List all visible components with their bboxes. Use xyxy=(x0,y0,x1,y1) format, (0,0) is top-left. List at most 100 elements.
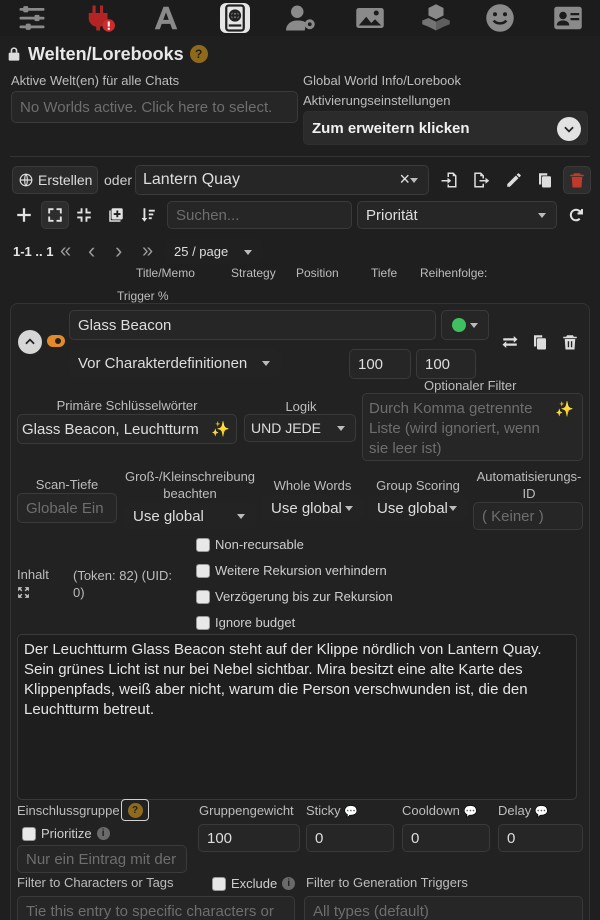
whole-words-value: Use global xyxy=(271,499,342,517)
prevent-recursion-checkbox[interactable]: Weitere Rekursion verhindern xyxy=(196,563,387,578)
page-title: Welten/Lorebooks xyxy=(28,43,184,64)
expand-all-icon[interactable] xyxy=(41,201,69,229)
add-entry-icon[interactable] xyxy=(12,203,36,227)
exclude-checkbox[interactable]: Exclude i xyxy=(212,876,296,891)
book-globe-icon[interactable] xyxy=(217,2,253,34)
automation-id-input[interactable]: ( Keiner ) xyxy=(473,502,583,530)
lock-icon[interactable] xyxy=(6,46,22,62)
import-world-icon[interactable] xyxy=(437,168,461,192)
smile-icon[interactable] xyxy=(482,2,518,34)
checkbox-box[interactable] xyxy=(22,826,36,841)
checkbox-box[interactable] xyxy=(212,876,226,891)
inclusion-group-input[interactable]: Nur ein Eintrag mit der xyxy=(17,845,187,873)
create-world-button[interactable]: Erstellen xyxy=(12,166,98,194)
sparkles-icon[interactable]: ✨ xyxy=(211,420,230,438)
export-world-icon[interactable] xyxy=(469,168,493,192)
entry-toggle[interactable] xyxy=(47,335,65,347)
last-page-icon[interactable]: » xyxy=(142,240,153,263)
checkbox-box[interactable] xyxy=(196,563,210,578)
duplicate-entry-icon[interactable] xyxy=(528,330,552,354)
sparkles-icon-2[interactable]: ✨ xyxy=(555,400,574,420)
comments-icon: 💬 xyxy=(344,806,358,818)
position-value: Vor Charakterdefinitionen xyxy=(78,354,248,372)
delay-recursion-checkbox[interactable]: Verzögerung bis zur Rekursion xyxy=(196,589,393,604)
filter-characters-input[interactable]: Tie this entry to specific characters or xyxy=(17,896,295,920)
cubes-icon[interactable] xyxy=(418,2,454,34)
prioritize-checkbox[interactable]: Prioritize i xyxy=(22,826,110,841)
collapse-entry-icon[interactable] xyxy=(18,330,42,354)
primary-keys-value: Glass Beacon, Leuchtturm xyxy=(22,420,199,438)
image-icon[interactable] xyxy=(352,2,388,34)
whole-words-select[interactable]: Use global xyxy=(262,495,364,521)
content-textarea[interactable]: Der Leuchtturm Glass Beacon steht auf de… xyxy=(17,634,577,800)
checkbox-box[interactable] xyxy=(196,615,210,630)
cooldown-input[interactable]: 0 xyxy=(402,824,490,852)
checkbox-box[interactable] xyxy=(196,537,210,552)
fill-memos-icon[interactable] xyxy=(104,203,128,227)
global-info-label: Global World Info/Lorebook xyxy=(303,73,462,88)
position-select[interactable]: Vor Charakterdefinitionen xyxy=(69,349,281,377)
logic-value: UND JEDE xyxy=(251,420,322,436)
plug-alert-icon[interactable] xyxy=(82,2,118,34)
case-sensitive-select[interactable]: Use global xyxy=(124,503,256,529)
global-settings-expander[interactable]: Zum erweitern klicken xyxy=(303,111,588,145)
sort-select[interactable]: Priorität xyxy=(357,201,557,229)
selected-world: Lantern Quay xyxy=(143,171,240,188)
active-worlds-select[interactable]: No Worlds active. Click here to select. xyxy=(11,91,298,123)
entry-title-input[interactable]: Glass Beacon xyxy=(69,310,436,340)
move-entry-icon[interactable] xyxy=(498,330,522,354)
help-icon[interactable]: ? xyxy=(189,45,208,63)
primary-keys-input[interactable]: Glass Beacon, Leuchtturm ✨ xyxy=(17,414,237,444)
prev-page-icon[interactable]: ‹ xyxy=(88,238,95,264)
comments-icon-3: 💬 xyxy=(534,806,549,818)
ignore-budget-checkbox[interactable]: Ignore budget xyxy=(196,615,295,630)
sticky-value: 0 xyxy=(315,829,324,847)
depth-input[interactable]: 100 xyxy=(349,349,411,379)
non-recursable-label: Non-recursable xyxy=(215,537,304,552)
user-gear-icon[interactable] xyxy=(283,2,319,34)
sliders-icon[interactable] xyxy=(14,2,50,34)
first-page-icon[interactable]: « xyxy=(60,240,71,263)
ignore-budget-label: Ignore budget xyxy=(215,615,296,630)
duplicate-world-icon[interactable] xyxy=(533,168,557,192)
delay-recursion-label: Verzögerung bis zur Rekursion xyxy=(215,589,393,604)
strategy-select[interactable] xyxy=(441,310,489,340)
optional-filter-label: Optionaler Filter xyxy=(424,378,517,393)
checkbox-box[interactable] xyxy=(196,589,210,604)
expand-editor-icon[interactable] xyxy=(17,586,30,602)
generation-triggers-input[interactable]: All types (default) xyxy=(304,896,583,920)
order-input[interactable]: 100 xyxy=(416,349,476,379)
group-weight-input[interactable]: 100 xyxy=(198,824,300,852)
world-select[interactable]: Lantern Quay × xyxy=(135,165,429,195)
inclusion-help-button[interactable]: ? xyxy=(121,799,149,821)
scan-depth-input[interactable]: Globale Ein xyxy=(17,493,117,523)
status-green-dot xyxy=(452,318,466,332)
delete-entry-icon[interactable] xyxy=(558,330,582,354)
collapse-all-icon[interactable] xyxy=(72,203,96,227)
refresh-icon[interactable] xyxy=(564,203,588,227)
next-page-icon[interactable]: › xyxy=(115,238,122,264)
group-scoring-select[interactable]: Use global xyxy=(368,495,468,521)
col-order: Reihenfolge: xyxy=(420,266,488,280)
create-label: Erstellen xyxy=(38,172,93,188)
chevron-down-icon xyxy=(557,117,581,141)
delay-input[interactable]: 0 xyxy=(498,824,583,852)
apply-sort-icon[interactable] xyxy=(136,203,160,227)
logic-select[interactable]: UND JEDE xyxy=(244,414,356,442)
clear-selection-icon[interactable]: × xyxy=(399,169,410,190)
search-input[interactable]: Suchen... xyxy=(167,201,352,229)
optional-filter-input[interactable]: Durch Komma getrennte Liste (wird ignori… xyxy=(362,393,583,461)
sticky-input[interactable]: 0 xyxy=(306,824,394,852)
page-size-select[interactable]: 25 / page xyxy=(165,239,263,264)
font-a-icon[interactable] xyxy=(148,2,184,34)
active-worlds-label: Aktive Welt(en) für alle Chats xyxy=(11,73,180,88)
id-card-icon[interactable] xyxy=(550,2,586,34)
col-strategy: Strategy xyxy=(231,266,276,280)
rename-world-icon[interactable] xyxy=(502,168,526,192)
top-nav-bar xyxy=(0,0,600,36)
non-recursable-checkbox[interactable]: Non-recursable xyxy=(196,537,304,552)
col-depth: Tiefe xyxy=(371,266,398,280)
delete-world-icon[interactable] xyxy=(563,166,591,194)
case-sensitive-label: Groß-/Kleinschreibung xyxy=(124,469,256,484)
cooldown-label-text: Cooldown xyxy=(402,803,460,818)
